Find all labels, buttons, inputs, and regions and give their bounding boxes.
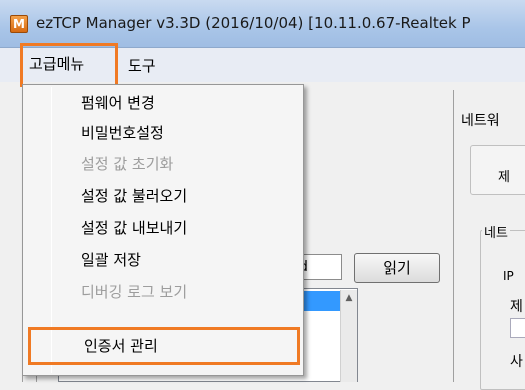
menu-item-export-settings[interactable]: 설정 값 내보내기 xyxy=(25,213,301,243)
advanced-menu-dropdown: 펌웨어 변경 비밀번호설정 설정 값 초기화 설정 값 불러오기 설정 값 내보… xyxy=(22,84,304,376)
title-bar: M ezTCP Manager v3.3D (2016/10/04) [10.1… xyxy=(0,0,525,48)
menu-item-reset-settings: 설정 값 초기화 xyxy=(81,155,174,173)
menu-item-certificate-management[interactable]: 인증서 관리 xyxy=(28,327,300,365)
field-label-2: 사 xyxy=(510,354,523,370)
window-title: ezTCP Manager v3.3D (2016/10/04) [10.11.… xyxy=(36,14,471,32)
menu-item-debug-log: 디버깅 로그 보기 xyxy=(81,283,188,301)
menu-item-firmware-change[interactable]: 펌웨어 변경 xyxy=(25,88,301,118)
network-group-label: 네트 xyxy=(482,222,510,241)
ip-input[interactable] xyxy=(510,318,525,338)
tab-network[interactable]: 네트워 xyxy=(461,110,500,130)
app-icon: M xyxy=(10,15,28,33)
menu-advanced[interactable]: 고급메뉴 xyxy=(20,43,118,87)
field-label-1: 제 xyxy=(510,299,523,315)
menu-tools[interactable]: 도구 xyxy=(124,54,160,78)
scroll-up-icon[interactable]: ▲ xyxy=(341,290,357,307)
read-button[interactable]: 읽기 xyxy=(354,253,440,283)
menu-item-batch-save[interactable]: 일괄 저장 xyxy=(25,245,301,275)
product-label: 제 xyxy=(498,170,510,185)
list-scrollbar[interactable]: ▲ xyxy=(340,290,357,382)
menu-item-password-setting[interactable]: 비밀번호설정 xyxy=(25,118,301,148)
menu-item-load-settings[interactable]: 설정 값 불러오기 xyxy=(25,181,301,211)
app-window: M ezTCP Manager v3.3D (2016/10/04) [10.1… xyxy=(0,0,525,390)
ip-group-label: IP xyxy=(503,269,514,283)
menu-advanced-label: 고급메뉴 xyxy=(29,55,85,73)
